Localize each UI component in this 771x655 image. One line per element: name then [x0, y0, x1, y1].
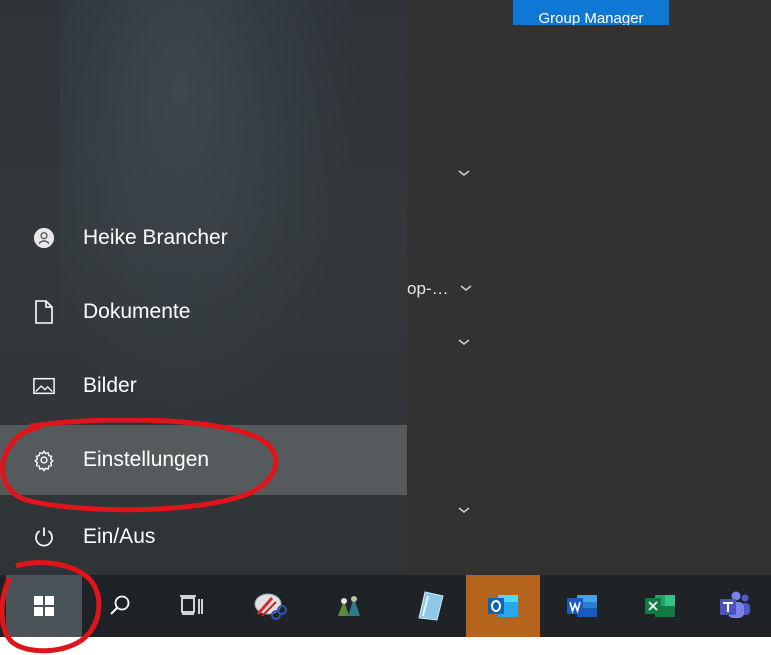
documents-label: Dokumente [83, 300, 191, 323]
document-icon [33, 300, 55, 324]
notes-app-button[interactable] [398, 575, 462, 637]
pictures-icon [33, 375, 55, 397]
chevron-down-icon[interactable] [457, 505, 471, 515]
excel-icon [645, 595, 675, 617]
group-manager-label: Group Manager [538, 10, 644, 25]
menu-item-user-account[interactable]: Heike Brancher [0, 203, 407, 273]
red-annotation-ellipse [0, 418, 279, 513]
people-app-icon [338, 596, 360, 616]
desktop-screen: Group Manager op-… Heike Brancher Dokume… [0, 0, 771, 655]
user-name-label: Heike Brancher [83, 226, 228, 249]
pictures-label: Bilder [83, 374, 137, 397]
outlook-icon [488, 595, 518, 617]
search-icon [110, 595, 130, 615]
notes-app-icon [418, 591, 444, 621]
group-manager-tile[interactable]: Group Manager [513, 0, 669, 25]
chevron-down-icon[interactable] [457, 337, 471, 347]
menu-item-pictures[interactable]: Bilder [0, 351, 407, 421]
excel-taskbar-button[interactable] [628, 575, 692, 637]
chevron-down-icon[interactable] [459, 283, 473, 293]
tile-group-label-truncated[interactable]: op-… [407, 279, 449, 299]
word-taskbar-button[interactable] [550, 575, 614, 637]
power-icon [33, 526, 55, 548]
taskbar [0, 575, 771, 637]
chevron-down-icon[interactable] [457, 168, 471, 178]
user-avatar-icon [33, 227, 55, 249]
task-view-button[interactable] [160, 575, 224, 637]
outlook-taskbar-button[interactable] [466, 575, 540, 637]
power-label: Ein/Aus [83, 525, 156, 548]
word-icon [567, 595, 597, 617]
teams-taskbar-button[interactable] [703, 575, 767, 637]
teams-icon [720, 591, 750, 618]
snipping-tool-button[interactable] [238, 575, 302, 637]
screenshot-bottom-margin [0, 637, 771, 655]
snipping-tool-icon [254, 593, 287, 620]
menu-item-documents[interactable]: Dokumente [0, 277, 407, 347]
task-view-icon [180, 595, 203, 615]
people-app-button[interactable] [318, 575, 382, 637]
red-annotation-ellipse [0, 560, 102, 654]
